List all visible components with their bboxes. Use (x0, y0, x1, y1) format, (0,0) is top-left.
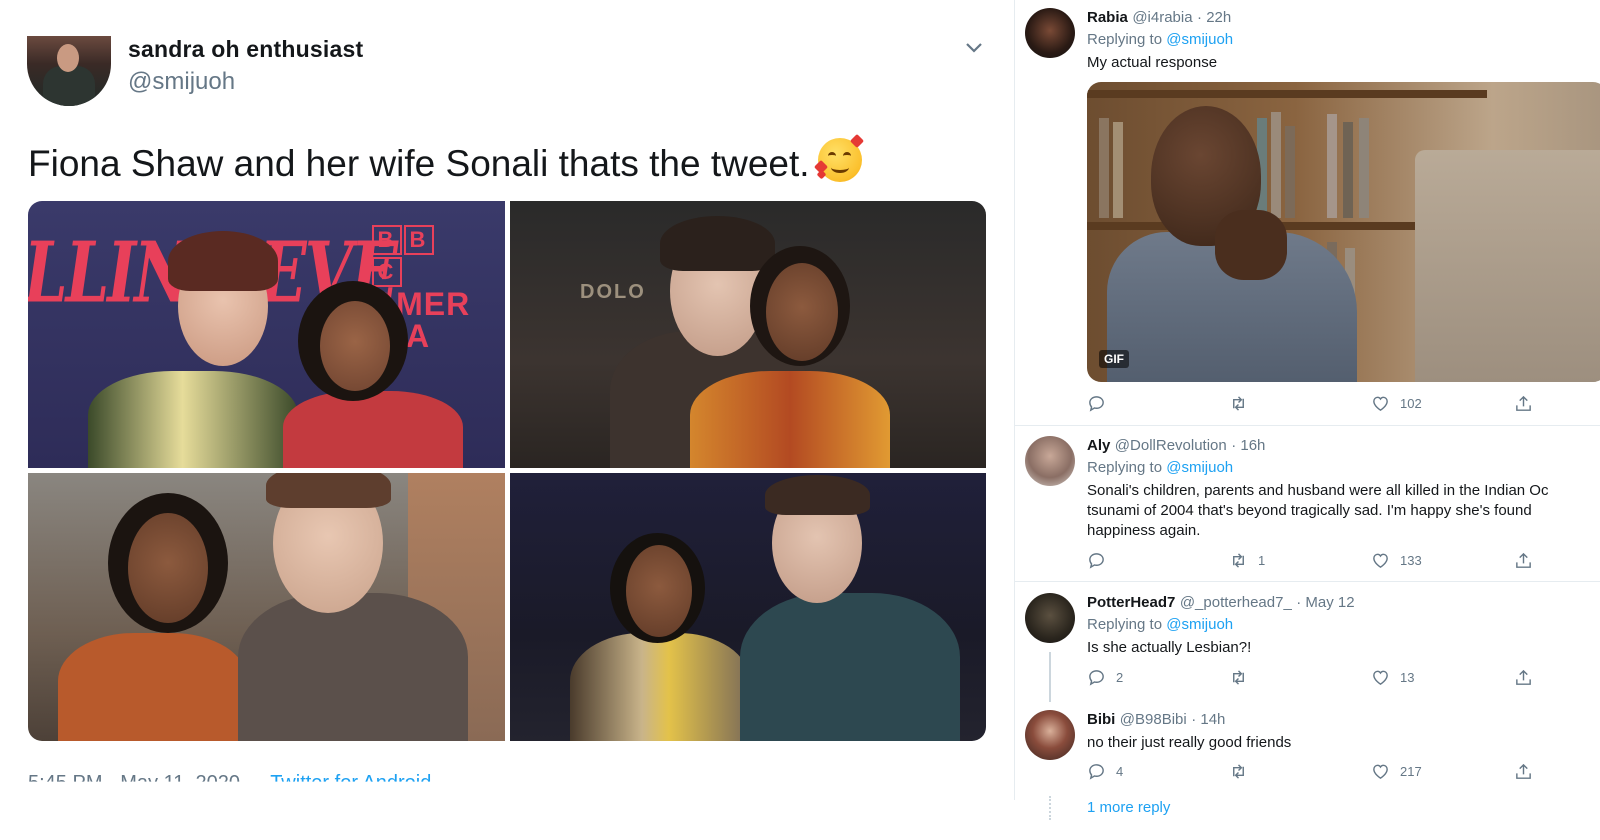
author-avatar[interactable] (27, 36, 111, 106)
tweet-time: 5:45 PM · May 11, 2020 · (28, 772, 253, 794)
retweet-button[interactable] (1229, 762, 1258, 781)
share-icon (1516, 552, 1531, 568)
reply-handle[interactable]: @DollRevolution (1115, 437, 1227, 454)
reply-header: Bibi @B98Bibi · 14h (1087, 711, 1225, 729)
reply-time[interactable]: · May 12 (1296, 594, 1354, 611)
share-icon (1516, 395, 1531, 411)
reply-display-name[interactable]: Aly (1087, 437, 1110, 454)
retweet-icon (1233, 553, 1244, 568)
reply-display-name[interactable]: PotterHead7 (1087, 594, 1175, 611)
tweet-photo-1[interactable]: LLING EVE BBC AMER ICA (28, 201, 505, 468)
reply-display-name[interactable]: Rabia (1087, 9, 1128, 26)
photo-overlay-sign: DOLO (580, 281, 646, 303)
share-icon (1516, 763, 1531, 779)
reply-time[interactable]: · 22h (1197, 9, 1231, 26)
avatar[interactable] (1025, 593, 1075, 643)
reply-time[interactable]: · 16h (1231, 437, 1265, 454)
reply-handle[interactable]: @i4rabia (1132, 9, 1192, 26)
comment-icon (1089, 553, 1104, 569)
reply-text: no their just really good friends (1087, 734, 1292, 751)
like-button[interactable]: 102 (1371, 394, 1422, 413)
replies-column: Rabia @i4rabia · 22h Replying to @smijuo… (1015, 0, 1600, 840)
like-button[interactable]: 13 (1371, 668, 1414, 687)
tweet-photo-2[interactable]: DOLO (510, 201, 986, 468)
thread-more-connector (1049, 796, 1051, 820)
reply-button[interactable]: 4 (1087, 762, 1123, 781)
replying-to: Replying to @smijuoh (1087, 31, 1234, 48)
reply-aly[interactable]: Aly @DollRevolution · 16h Replying to @s… (1015, 426, 1600, 581)
share-button[interactable] (1514, 394, 1533, 413)
smiling-face-with-hearts-icon (813, 133, 864, 182)
comment-icon (1089, 764, 1104, 780)
avatar[interactable] (1025, 8, 1075, 58)
retweet-button[interactable] (1229, 394, 1258, 413)
reply-actions: 4 217 (1087, 762, 1567, 784)
replying-to: Replying to @smijuoh (1087, 459, 1234, 476)
tweet-photo-4[interactable] (510, 473, 986, 741)
tweet-photo-3[interactable] (28, 473, 505, 741)
comment-icon (1089, 396, 1104, 412)
heart-icon (1373, 670, 1388, 685)
main-tweet: sandra oh enthusiast @smijuoh Fiona Shaw… (0, 0, 1010, 840)
reply-button[interactable] (1087, 394, 1116, 413)
reply-time[interactable]: · 14h (1191, 711, 1225, 728)
replying-to: Replying to @smijuoh (1087, 616, 1234, 633)
avatar[interactable] (1025, 436, 1075, 486)
heart-icon (1373, 764, 1388, 779)
gif-badge: GIF (1099, 350, 1129, 368)
reply-text: Is she actually Lesbian?! (1087, 639, 1252, 656)
reply-handle[interactable]: @B98Bibi (1120, 711, 1187, 728)
reply-button[interactable]: 2 (1087, 668, 1123, 687)
more-reply-link[interactable]: 1 more reply (1087, 799, 1170, 816)
tweet-timestamp: 5:45 PM · May 11, 2020 · Twitter for Andr… (28, 772, 431, 794)
reply-handle[interactable]: @_potterhead7_ (1180, 594, 1292, 611)
avatar[interactable] (1025, 710, 1075, 760)
reply-display-name[interactable]: Bibi (1087, 711, 1115, 728)
retweet-icon (1233, 764, 1244, 779)
tweet-source-link[interactable]: Twitter for Android (270, 772, 431, 782)
tweet-photo-grid: LLING EVE BBC AMER ICA DOLO (28, 201, 986, 741)
chevron-down-icon[interactable] (964, 38, 984, 61)
replying-to-link[interactable]: @smijuoh (1166, 459, 1233, 476)
author-handle[interactable]: @smijuoh (128, 68, 235, 96)
retweet-icon (1233, 396, 1244, 411)
retweet-icon (1233, 670, 1244, 685)
like-button[interactable]: 133 (1371, 551, 1422, 570)
heart-icon (1373, 553, 1388, 568)
retweet-button[interactable]: 1 (1229, 551, 1265, 570)
share-button[interactable] (1514, 762, 1533, 781)
heart-icon (1373, 396, 1388, 411)
like-button[interactable]: 217 (1371, 762, 1422, 781)
retweet-button[interactable] (1229, 668, 1258, 687)
reply-rabia[interactable]: Rabia @i4rabia · 22h Replying to @smijuo… (1015, 0, 1600, 425)
tweet-text: Fiona Shaw and her wife Sonali thats the… (28, 133, 864, 185)
reply-actions: 1 133 (1087, 551, 1567, 573)
reply-actions: 2 13 (1087, 668, 1567, 690)
replying-to-link[interactable]: @smijuoh (1166, 616, 1233, 633)
reply-potterhead7[interactable]: PotterHead7 @_potterhead7_ · May 12 Repl… (1015, 582, 1600, 700)
share-button[interactable] (1514, 551, 1533, 570)
reply-actions: 102 (1087, 394, 1567, 416)
tweet-text-content: Fiona Shaw and her wife Sonali thats the… (28, 143, 810, 184)
reply-button[interactable] (1087, 551, 1116, 570)
reply-text: Sonali's children, parents and husband w… (1087, 482, 1549, 539)
reply-text: My actual response (1087, 54, 1218, 71)
author-display-name[interactable]: sandra oh enthusiast (128, 36, 363, 63)
comment-icon (1089, 670, 1104, 686)
reply-header: Rabia @i4rabia · 22h (1087, 9, 1231, 27)
share-button[interactable] (1514, 668, 1533, 687)
share-icon (1516, 669, 1531, 685)
reply-header: Aly @DollRevolution · 16h (1087, 437, 1265, 455)
reply-gif[interactable]: GIF (1087, 82, 1600, 382)
reply-header: PotterHead7 @_potterhead7_ · May 12 (1087, 594, 1355, 612)
replying-to-link[interactable]: @smijuoh (1166, 31, 1233, 48)
reply-bibi[interactable]: Bibi @B98Bibi · 14h no their just really… (1015, 700, 1600, 800)
